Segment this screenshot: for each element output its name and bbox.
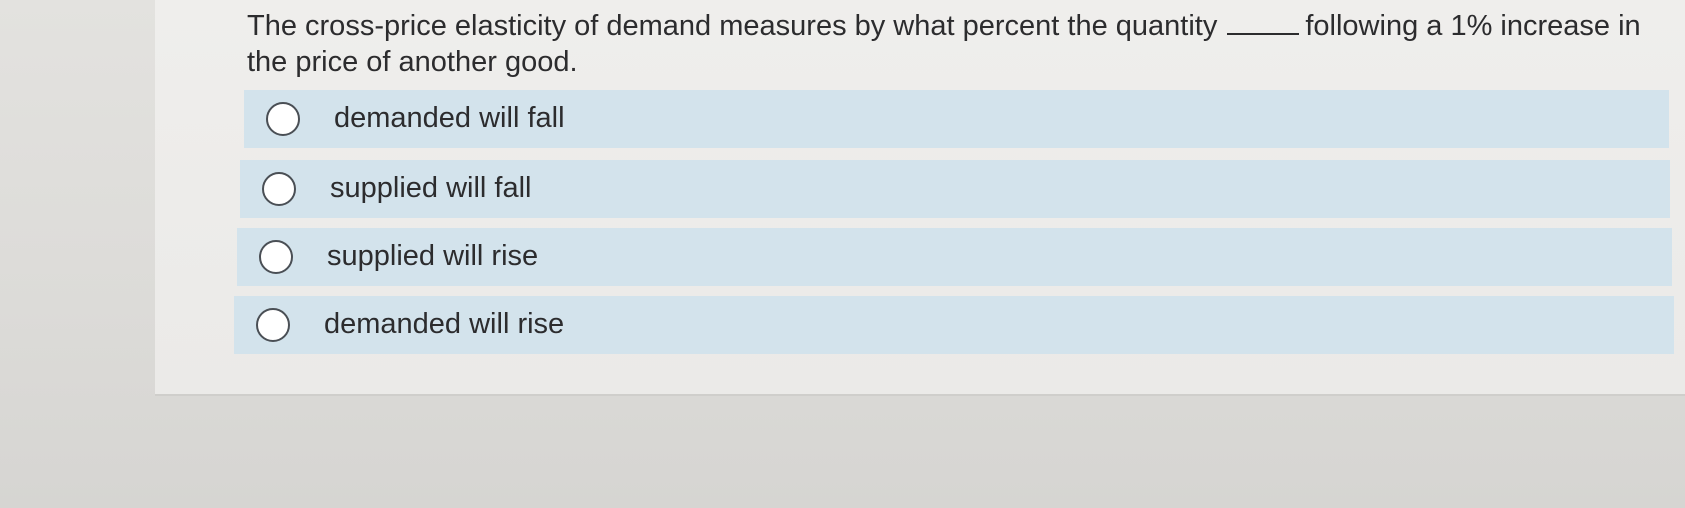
- option-label: demanded will fall: [334, 102, 565, 134]
- option-demanded-will-rise[interactable]: demanded will rise: [234, 296, 1674, 354]
- option-label: demanded will rise: [324, 308, 565, 340]
- option-label: supplied will fall: [330, 172, 532, 204]
- option-supplied-will-rise[interactable]: supplied will rise: [237, 228, 1672, 286]
- radio-button[interactable]: [266, 102, 300, 136]
- option-label: supplied will rise: [327, 240, 539, 272]
- radio-button[interactable]: [259, 240, 293, 274]
- option-supplied-will-fall[interactable]: supplied will fall: [240, 160, 1670, 218]
- radio-button[interactable]: [262, 172, 296, 206]
- answer-options: demanded will fall supplied will fall su…: [0, 0, 1685, 508]
- option-demanded-will-fall[interactable]: demanded will fall: [244, 90, 1669, 148]
- radio-button[interactable]: [256, 308, 290, 342]
